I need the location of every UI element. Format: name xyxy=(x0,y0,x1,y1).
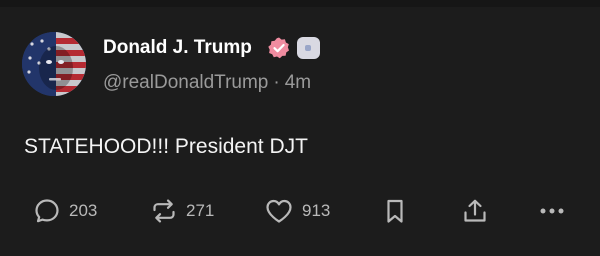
bookmark-icon xyxy=(387,199,403,223)
post-card[interactable]: Donald J. Trump @realDonaldTrump · 4m STAT… xyxy=(0,7,600,256)
screenshot-frame: Donald J. Trump @realDonaldTrump · 4m STAT… xyxy=(0,0,600,256)
author-display-name[interactable]: Donald J. Trump xyxy=(103,37,252,59)
repost-button[interactable]: 271 xyxy=(150,197,214,225)
more-options-button[interactable] xyxy=(537,197,567,225)
avatar[interactable] xyxy=(22,32,86,96)
verified-badge-icon xyxy=(267,36,291,60)
like-count: 913 xyxy=(302,201,331,220)
repost-icon xyxy=(153,199,175,223)
share-icon xyxy=(464,199,486,222)
affiliate-badge-icon xyxy=(297,37,320,59)
like-button[interactable]: 913 xyxy=(264,197,330,225)
avatar-image xyxy=(22,32,86,96)
reply-button[interactable]: 203 xyxy=(33,197,97,225)
comment-icon xyxy=(35,199,59,223)
reply-count: 203 xyxy=(69,201,98,220)
top-border xyxy=(0,0,600,7)
share-button[interactable] xyxy=(462,197,488,225)
author-handle[interactable]: @realDonaldTrump xyxy=(103,72,268,93)
more-icon xyxy=(540,208,564,214)
bookmark-button[interactable] xyxy=(383,197,407,225)
heart-icon xyxy=(266,199,292,223)
separator: · xyxy=(273,72,280,93)
repost-count: 271 xyxy=(186,201,215,220)
post-timestamp[interactable]: 4m xyxy=(285,72,311,93)
handle-line: @realDonaldTrump · 4m xyxy=(103,72,311,94)
post-text: STATEHOOD!!! President DJT xyxy=(24,135,308,158)
